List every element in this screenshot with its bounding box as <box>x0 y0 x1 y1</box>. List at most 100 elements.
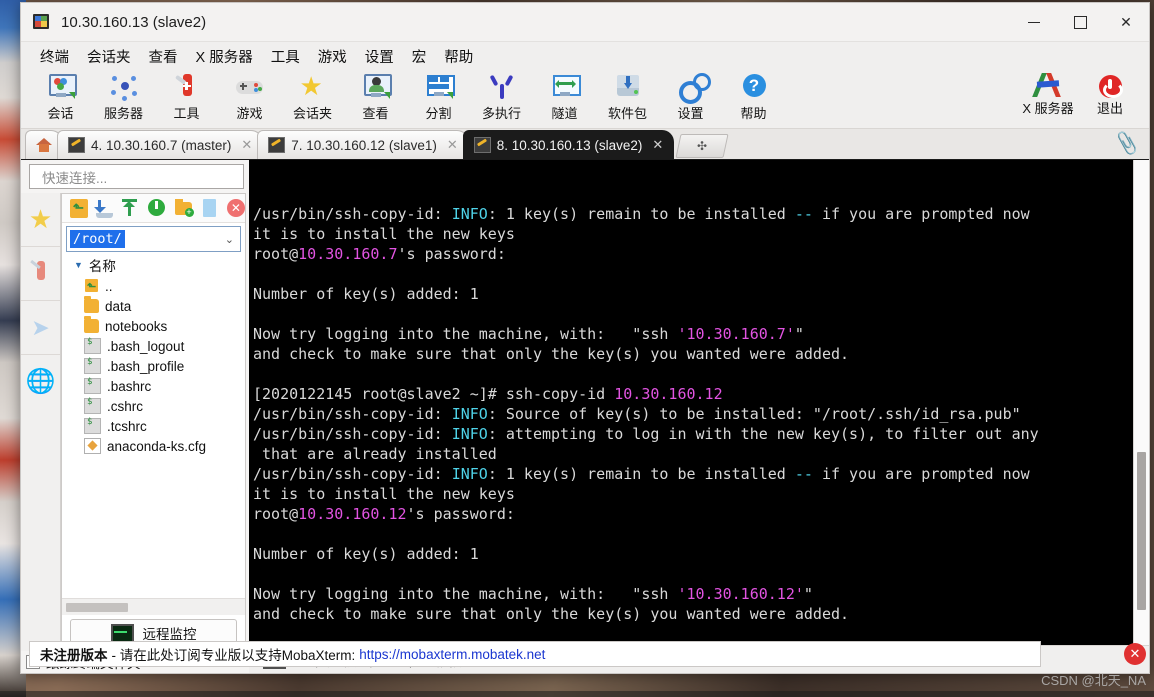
terminal-text: Number of key(s) added: 1 <box>253 285 479 303</box>
nag-text: - 请在此处订阅专业版以支持MobaXterm: <box>111 648 356 663</box>
terminal-output[interactable]: /usr/bin/ssh-copy-id: INFO: 1 key(s) rem… <box>249 160 1149 645</box>
menu-sessions[interactable]: 会话夹 <box>78 44 140 69</box>
list-item[interactable]: notebooks <box>62 316 245 336</box>
terminal-text: Number of key(s) added: 1 <box>253 545 479 563</box>
tab-master[interactable]: 4. 10.30.160.7 (master) ✕ <box>57 130 264 159</box>
list-item[interactable]: .tcshrc <box>62 416 245 436</box>
tab-slave2-close-icon[interactable]: ✕ <box>652 137 663 153</box>
menu-macros[interactable]: 宏 <box>403 44 436 69</box>
sftp-horizontal-scrollbar[interactable] <box>62 598 245 615</box>
toolbar-tools[interactable]: 工具 <box>155 70 218 122</box>
tab-slave1[interactable]: 7. 10.30.160.12 (slave1) ✕ <box>257 130 469 159</box>
list-item[interactable]: .bashrc <box>62 376 245 396</box>
sftp-delete[interactable]: ✕ <box>226 198 245 218</box>
terminal-scrollbar[interactable] <box>1133 160 1149 645</box>
rail-tools[interactable] <box>21 247 60 301</box>
scrollbar-thumb[interactable] <box>1137 452 1146 610</box>
menu-games[interactable]: 游戏 <box>309 44 356 69</box>
session-icon <box>46 72 77 102</box>
chevron-down-icon[interactable]: ⌄ <box>225 233 234 246</box>
globe-icon: 🌐 <box>25 368 56 395</box>
toolbar-view[interactable]: 查看 <box>344 70 407 122</box>
screen: 10.30.160.13 (slave2) ✕ 终端 会话夹 查看 X 服务器 … <box>0 0 1154 697</box>
terminal-text: [2020122145 root@slave2 ~]# ssh-copy-id <box>253 385 615 403</box>
mobaxterm-icon <box>33 13 51 31</box>
paperclip-icon[interactable]: 📎 <box>1113 130 1141 158</box>
menu-settings[interactable]: 设置 <box>356 44 403 69</box>
quick-connect-input[interactable]: 快速连接... <box>29 164 244 189</box>
terminal-text: " <box>794 325 804 343</box>
terminal-text: : attempting to log in with the new key(… <box>487 425 1039 443</box>
plane-icon: ➤ <box>31 314 50 340</box>
minimize-button[interactable] <box>1011 3 1057 41</box>
toolbar-split[interactable]: 分割 <box>407 70 470 122</box>
maximize-button[interactable] <box>1057 3 1103 41</box>
list-item[interactable]: anaconda-ks.cfg <box>62 436 245 456</box>
toolbar-session[interactable]: 会话 <box>29 70 92 122</box>
toolbar-exit[interactable]: 退出 <box>1079 70 1141 115</box>
toolbar-games[interactable]: 游戏 <box>218 70 281 122</box>
list-item[interactable]: ⬑.. <box>62 276 245 296</box>
star-icon: ★ <box>28 204 53 234</box>
sftp-new-folder[interactable]: + <box>174 198 194 218</box>
toolbar-packages-label: 软件包 <box>607 106 647 121</box>
sftp-parent-dir[interactable]: ⬑ <box>70 198 89 218</box>
sftp-new-file[interactable] <box>201 198 219 218</box>
rail-sftp-send[interactable]: ➤ <box>21 301 60 355</box>
menu-bar: 终端 会话夹 查看 X 服务器 工具 游戏 设置 宏 帮助 <box>21 42 1149 70</box>
toolbar-packages[interactable]: 软件包 <box>596 70 659 122</box>
minimize-icon <box>1028 21 1040 23</box>
terminal-line: and check to make sure that only the key… <box>253 604 1149 624</box>
maximize-icon <box>1073 15 1087 29</box>
title-bar: 10.30.160.13 (slave2) ✕ <box>21 3 1149 42</box>
sftp-file-list[interactable]: ⬑.. data notebooks .bash_logout .bash_pr… <box>62 276 245 598</box>
terminal-line: [2020122145 root@slave2 ~]# ssh-copy-id … <box>253 384 1149 404</box>
help-icon: ? <box>739 72 769 102</box>
file-name: .bash_profile <box>107 358 185 374</box>
tab-master-close-icon[interactable]: ✕ <box>241 137 252 153</box>
list-item[interactable]: .cshrc <box>62 396 245 416</box>
close-button[interactable]: ✕ <box>1103 3 1149 41</box>
scrollbar-thumb[interactable] <box>66 602 128 612</box>
menu-tools[interactable]: 工具 <box>262 44 309 69</box>
new-tab-button[interactable]: ✣ <box>675 134 729 158</box>
menu-terminal[interactable]: 终端 <box>31 44 78 69</box>
sftp-download[interactable] <box>94 199 114 218</box>
list-item[interactable]: .bash_profile <box>62 356 245 376</box>
rail-favorites[interactable]: ★ <box>21 193 60 247</box>
rail-web[interactable]: 🌐 <box>21 355 60 408</box>
tab-slave2[interactable]: 8. 10.30.160.13 (slave2) ✕ <box>462 130 675 159</box>
watermark: CSDN @北天_NA <box>1041 673 1146 688</box>
list-item[interactable]: data <box>62 296 245 316</box>
toolbar-multiexec[interactable]: 多执行 <box>470 70 533 122</box>
terminal-text: that are already installed <box>253 445 497 463</box>
menu-help[interactable]: 帮助 <box>435 44 482 69</box>
menu-xserver[interactable]: X 服务器 <box>187 44 262 69</box>
toolbar-settings[interactable]: 设置 <box>659 70 722 122</box>
menu-view[interactable]: 查看 <box>140 44 187 69</box>
sftp-upload[interactable] <box>122 198 140 218</box>
terminal-text: 's password: <box>406 505 524 523</box>
tab-slave1-close-icon[interactable]: ✕ <box>447 137 458 153</box>
toolbar-servers[interactable]: 服务器 <box>92 70 155 122</box>
script-file-icon <box>84 377 101 394</box>
toolbar-help[interactable]: ? 帮助 <box>722 70 785 122</box>
toolbar-xserver[interactable]: X 服务器 <box>1017 70 1079 115</box>
sftp-refresh[interactable] <box>148 198 166 218</box>
terminal-text: Now try logging into the machine, with: … <box>253 325 678 343</box>
list-item[interactable]: .bash_logout <box>62 336 245 356</box>
terminal-text: : 1 key(s) remain to be installed <box>487 465 795 483</box>
toolbar-tools-label: 工具 <box>173 106 200 121</box>
terminal-line: /usr/bin/ssh-copy-id: INFO: 1 key(s) rem… <box>253 204 1149 224</box>
mobaxterm-link[interactable]: https://mobaxterm.mobatek.net <box>359 647 545 662</box>
toolbar-sessions-folder[interactable]: ★ 会话夹 <box>281 70 344 122</box>
sftp-path-input[interactable]: /root/ ⌄ <box>66 226 241 252</box>
multiexec-icon <box>487 72 517 102</box>
toolbar-tunnel[interactable]: 隧道 <box>533 70 596 122</box>
sidebar: 快速连接... ★ ➤ 🌐 ⬑ + ✕ /root/ ⌄ ▼ 名称 ⬑ .. d… <box>21 160 249 673</box>
terminal-text: INFO <box>451 425 488 443</box>
sftp-column-header[interactable]: ▼ 名称 <box>62 254 245 276</box>
notification-close-button[interactable]: ✕ <box>1124 643 1146 665</box>
